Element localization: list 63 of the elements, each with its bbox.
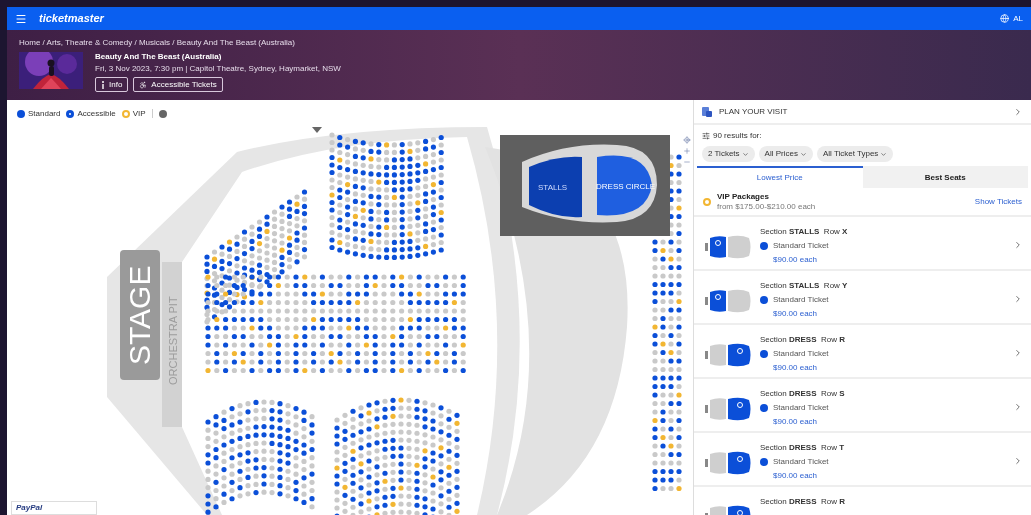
locale-link[interactable]: AL <box>1013 12 1023 25</box>
ticket-type: Standard Ticket <box>773 456 829 468</box>
sort-tab[interactable]: Best Seats <box>862 166 1028 188</box>
stage-label: STAGE <box>123 265 156 365</box>
minimap-section-label: STALLS <box>538 183 568 192</box>
event-details: Fri, 3 Nov 2023, 7:30 pm | Capitol Theatre, Sydney, Haymarket, NSW <box>95 64 341 74</box>
event-title: Beauty And The Beast (Australia) <box>95 52 223 62</box>
paypal-logo: PayPal <box>16 502 43 514</box>
info-icon <box>101 80 105 89</box>
ticket-listing[interactable]: Section DRESS Row T Standard Ticket $90.00 each <box>694 433 1031 487</box>
ticket-price: $90.00 each <box>773 470 819 482</box>
ticket-type: Standard Ticket <box>773 348 829 360</box>
help-icon[interactable] <box>158 109 167 118</box>
wheelchair-icon <box>139 80 148 89</box>
ticket-price: $90.00 each <box>773 416 819 428</box>
ticket-price: $90.00 each <box>773 362 819 374</box>
chevron-right-icon <box>1013 240 1023 250</box>
info-button[interactable]: Info <box>95 77 129 92</box>
ticket-type: Standard Ticket <box>773 402 829 414</box>
chevron-right-icon <box>1013 106 1023 117</box>
logo[interactable]: ticketmaster <box>39 10 104 27</box>
ticket-calendar-icon <box>702 106 712 117</box>
plan-visit-label: PLAN YOUR VISIT <box>719 105 788 118</box>
ticket-listing[interactable]: Section DRESS Row R Standard Ticket $90.00 each <box>694 325 1031 379</box>
ticket-price: $90.00 each <box>773 254 819 266</box>
chevron-right-icon <box>1013 348 1023 358</box>
plan-visit-bar[interactable]: PLAN YOUR VISIT <box>694 100 1031 125</box>
listing-section: Section STALLS Row X <box>760 226 1005 238</box>
results-count: 90 results for: <box>713 130 762 142</box>
breadcrumb: Home / Arts, Theatre & Comedy / Musicals / Beauty And The Beast (Australia) <box>19 38 296 47</box>
ticket-listing[interactable]: Section STALLS Row X Standard Ticket $90.00 each <box>694 217 1031 271</box>
ticket-type: Standard Ticket <box>773 240 829 252</box>
vip-icon <box>703 197 711 206</box>
listing-section: Section DRESS Row R <box>760 334 1005 346</box>
ticket-listing[interactable]: Section DRESS Row R <box>694 487 1031 515</box>
accessible-tickets-button[interactable]: Accessible Tickets <box>133 77 223 92</box>
listing-section: Section DRESS Row S <box>760 388 1005 400</box>
listing-section: Section DRESS Row T <box>760 442 1005 454</box>
listing-section: Section STALLS Row Y <box>760 280 1005 292</box>
chevron-right-icon <box>1013 294 1023 304</box>
legend-label: VIP <box>132 107 146 120</box>
filter-dropdown[interactable]: All Prices <box>758 146 813 162</box>
minimap[interactable] <box>500 135 670 236</box>
filter-dropdown[interactable]: 2 Tickets <box>702 146 755 162</box>
chevron-right-icon <box>1013 456 1023 466</box>
ticket-listing[interactable]: Section STALLS Row Y Standard Ticket $90.00 each <box>694 271 1031 325</box>
listing-section: Section DRESS Row R <box>760 496 1023 508</box>
globe-icon[interactable] <box>1000 14 1010 23</box>
ticket-type: Standard Ticket <box>773 294 829 306</box>
vip-price-range: from $175.00-$210.00 each <box>717 201 816 212</box>
ticket-price: $90.00 each <box>773 308 819 320</box>
ticket-listing[interactable]: Section DRESS Row S Standard Ticket $90.00 each <box>694 379 1031 433</box>
menu-icon[interactable] <box>15 12 27 25</box>
legend-label: Accessible <box>77 107 116 120</box>
vip-packages-title: VIP Packages <box>717 191 770 202</box>
caret-icon <box>799 150 807 158</box>
legend-label: Standard <box>28 107 61 120</box>
filter-dropdown[interactable]: All Ticket Types <box>816 146 894 162</box>
show-tickets-link[interactable]: Show Tickets <box>974 195 1022 208</box>
chevron-right-icon <box>1013 402 1023 412</box>
filter-icon[interactable] <box>702 132 710 140</box>
caret-icon <box>880 150 888 158</box>
caret-icon <box>741 150 749 158</box>
